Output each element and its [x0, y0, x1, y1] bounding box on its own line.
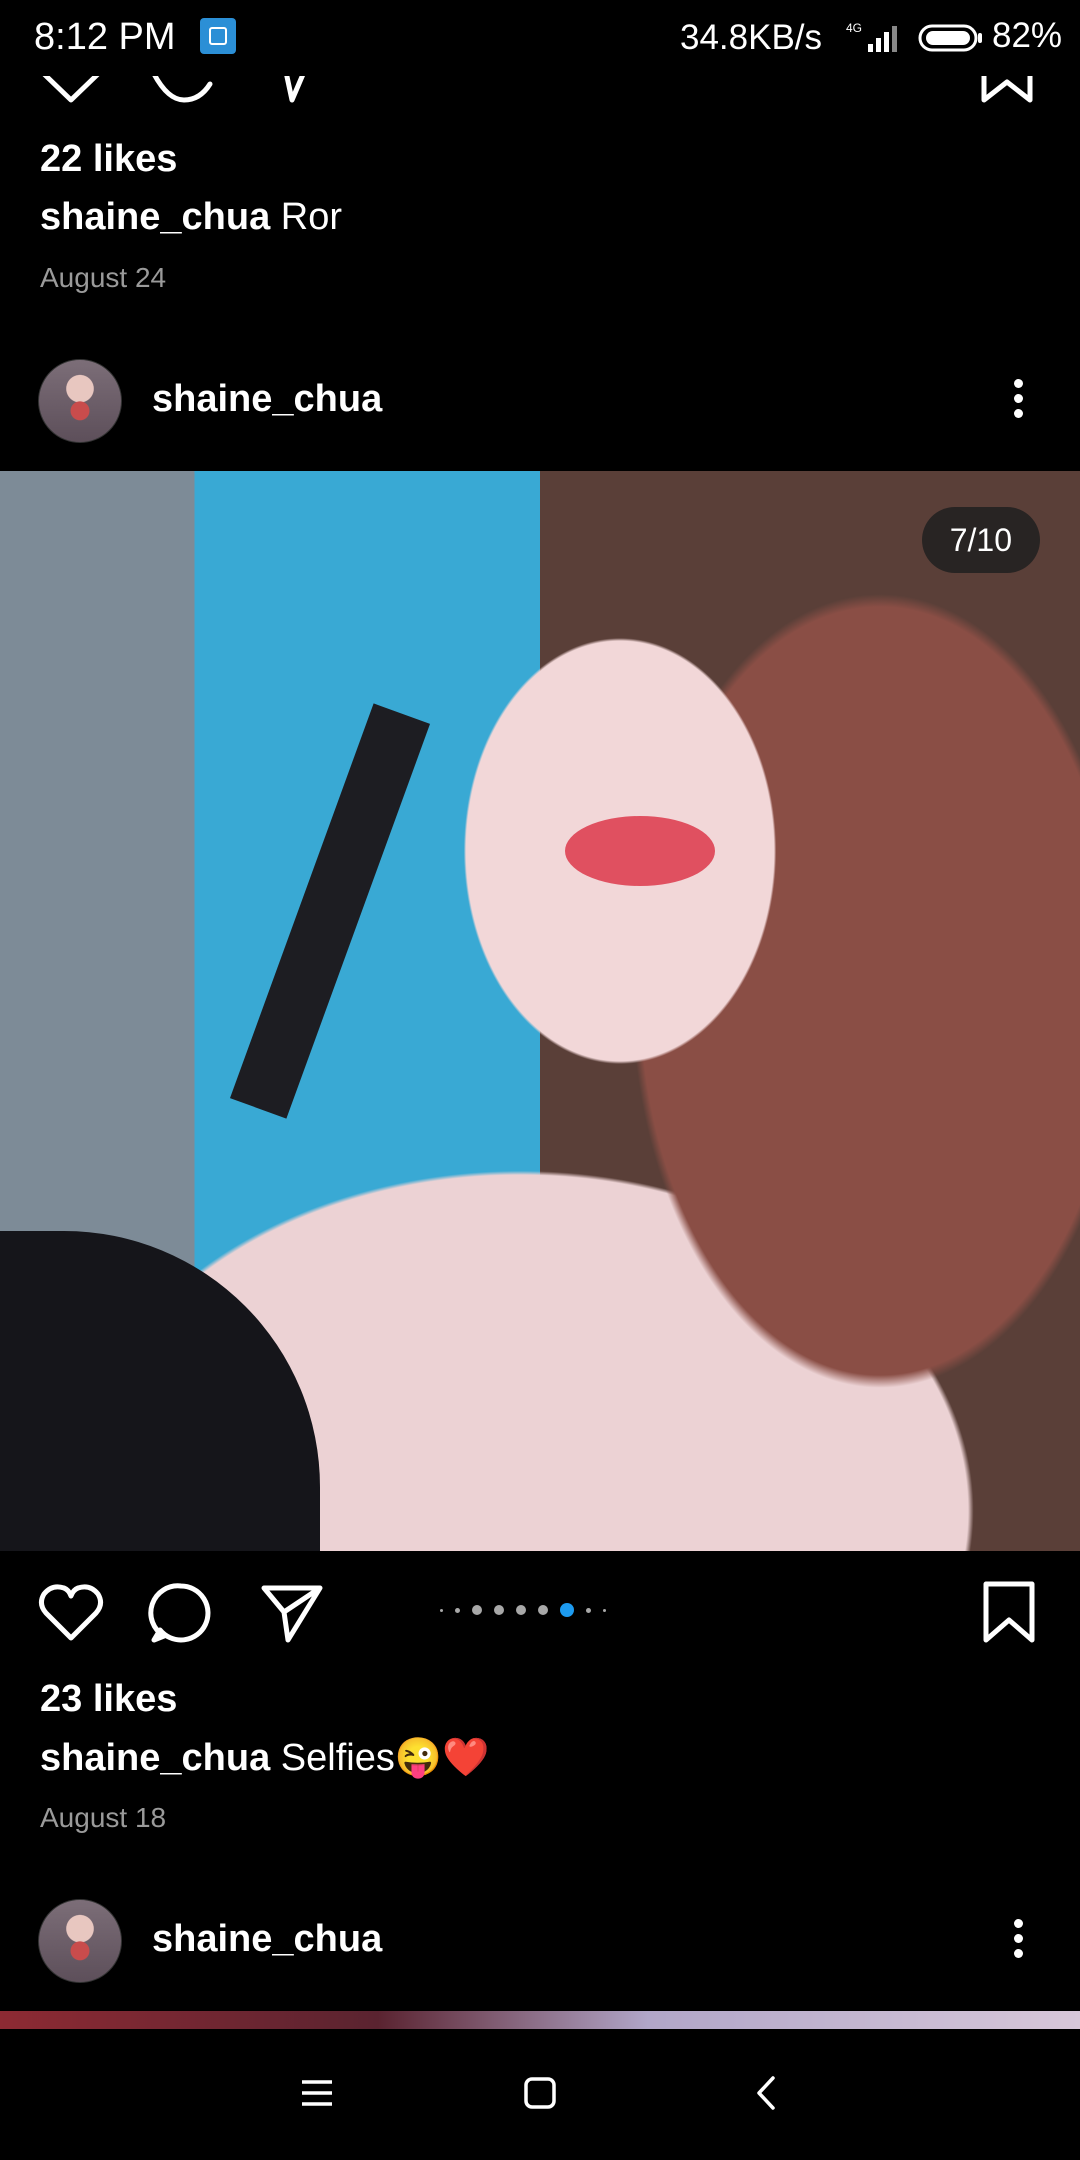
app-notification-icon — [200, 18, 236, 54]
post-username[interactable]: shaine_chua — [152, 378, 382, 421]
carousel-indicator — [440, 1602, 606, 1618]
post-username[interactable]: shaine_chua — [152, 1918, 382, 1961]
carousel-dot — [455, 1607, 460, 1613]
battery-percent: 82% — [992, 16, 1063, 55]
avatar[interactable] — [38, 359, 122, 443]
bookmark-icon[interactable] — [976, 1580, 1042, 1646]
status-time: 8:12 PM — [34, 16, 176, 58]
carousel-dot — [538, 1605, 548, 1615]
caption-text: Ror — [280, 196, 343, 238]
post-date: August 24 — [40, 262, 167, 293]
menu-icon[interactable] — [300, 2078, 334, 2108]
photo-detail — [565, 816, 715, 886]
carousel-dot — [586, 1607, 591, 1613]
carousel-dot — [603, 1608, 606, 1612]
photo-detail — [0, 1231, 320, 1551]
avatar[interactable] — [38, 1899, 122, 1983]
share-icon[interactable] — [258, 1580, 324, 1646]
likes-count[interactable]: 22 likes — [40, 138, 177, 181]
caption-text: Selfies😜❤️ — [280, 1737, 490, 1779]
image-counter: 7/10 — [921, 507, 1040, 573]
more-options-icon[interactable] — [1014, 379, 1028, 424]
carousel-dot — [516, 1605, 526, 1615]
carousel-dot-active — [560, 1603, 574, 1617]
post-photo[interactable] — [0, 2011, 1080, 2029]
more-options-icon[interactable] — [1014, 1919, 1028, 1964]
carousel-dot — [494, 1605, 504, 1615]
post-date: August 18 — [40, 1802, 167, 1833]
photo-detail — [229, 703, 431, 1119]
comment-icon[interactable] — [148, 1580, 214, 1646]
home-icon[interactable] — [523, 2076, 557, 2110]
caption-username[interactable]: shaine_chua — [40, 196, 270, 238]
caption-username[interactable]: shaine_chua — [40, 1737, 270, 1779]
network-speed: 34.8KB/s — [680, 18, 823, 57]
navigation-bar — [0, 2030, 1080, 2160]
carousel-dot — [440, 1608, 443, 1612]
signal-icon: 4G — [846, 21, 897, 52]
post-caption: shaine_chua Ror — [40, 196, 342, 239]
likes-count[interactable]: 23 likes — [40, 1678, 177, 1721]
post-photo[interactable]: 7/10 — [0, 471, 1080, 1551]
back-icon[interactable] — [755, 2075, 777, 2111]
battery-icon — [918, 24, 982, 52]
post-caption: shaine_chua Selfies😜❤️ — [40, 1736, 489, 1780]
status-bar: 8:12 PM 34.8KB/s 4G 82% — [0, 0, 1080, 76]
network-type: 4G — [846, 21, 862, 35]
like-icon[interactable] — [38, 1580, 104, 1646]
carousel-dot — [472, 1605, 482, 1615]
